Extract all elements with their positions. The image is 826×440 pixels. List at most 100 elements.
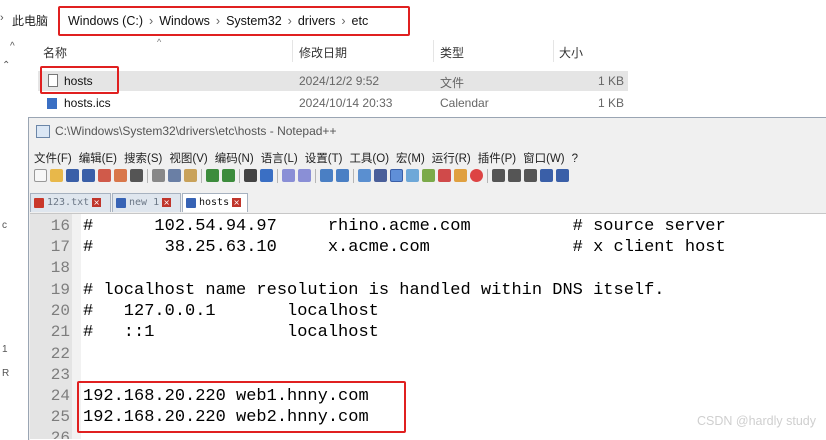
file-size: 1 KB <box>598 74 625 88</box>
indent-guide-icon[interactable] <box>390 169 403 183</box>
toolbar-separator <box>239 168 240 183</box>
close-icon[interactable]: × <box>92 197 102 207</box>
udl-icon[interactable] <box>406 169 419 183</box>
open-folder-icon[interactable] <box>50 169 63 183</box>
save-macro-icon[interactable] <box>556 169 569 183</box>
column-divider[interactable] <box>553 40 554 62</box>
copy-icon[interactable] <box>168 169 181 183</box>
line-text[interactable]: # 102.54.94.97 rhino.acme.com # source s… <box>83 216 726 237</box>
close-all-icon[interactable] <box>114 169 127 183</box>
sync-horizontal-icon[interactable] <box>336 169 349 183</box>
menu-bar: 文件(F) 编辑(E) 搜索(S) 视图(V) 编码(N) 语言(L) 设置(T) 工具(O)… <box>34 150 585 166</box>
column-divider[interactable] <box>292 40 293 62</box>
record-macro-icon[interactable] <box>492 169 505 183</box>
undo-icon[interactable] <box>206 169 219 183</box>
close-icon[interactable]: × <box>232 197 242 207</box>
save-all-icon[interactable] <box>82 169 95 183</box>
line-number: 22 <box>50 345 70 363</box>
breadcrumb-item[interactable]: Windows (C:) <box>68 14 143 28</box>
toolbar <box>34 168 572 186</box>
save-icon[interactable] <box>66 169 79 183</box>
code-line[interactable]: 20 # 127.0.0.1 localhost <box>30 301 826 322</box>
tab-123-txt[interactable]: 123.txt × <box>30 193 111 212</box>
nav-item-marker: c <box>2 220 7 231</box>
code-line[interactable]: 17 # 38.25.63.10 x.acme.com # x client ho… <box>30 237 826 258</box>
monitoring-icon[interactable] <box>470 169 483 183</box>
breadcrumb-item[interactable]: System32 <box>226 14 282 28</box>
breadcrumb-item[interactable]: drivers <box>298 14 336 28</box>
toolbar-separator <box>147 168 148 183</box>
code-line[interactable]: 22 <box>30 344 826 365</box>
menu-plugins[interactable]: 插件(P) <box>478 153 516 165</box>
play-macro-icon[interactable] <box>524 169 537 183</box>
chevron-up-icon[interactable]: ^ <box>10 41 15 52</box>
new-file-icon[interactable] <box>34 169 47 183</box>
word-wrap-icon[interactable] <box>358 169 371 183</box>
tab-hosts[interactable]: hosts × <box>182 193 248 212</box>
zoom-in-icon[interactable] <box>282 169 295 183</box>
menu-run[interactable]: 运行(R) <box>432 153 471 165</box>
code-line[interactable]: 18 <box>30 258 826 279</box>
tab-label: 123.txt <box>47 197 90 208</box>
watermark: CSDN @hardly study <box>697 414 816 428</box>
menu-window[interactable]: 窗口(W) <box>523 153 565 165</box>
column-header-date[interactable]: 修改日期 <box>299 44 347 61</box>
zoom-out-icon[interactable] <box>298 169 311 183</box>
disk-icon <box>116 198 126 208</box>
line-number: 17 <box>50 238 70 256</box>
folder-workspace-icon[interactable] <box>454 169 467 183</box>
column-header-size[interactable]: 大小 <box>559 44 583 61</box>
close-file-icon[interactable] <box>98 169 111 183</box>
line-number: 18 <box>50 259 70 277</box>
run-macro-multiple-icon[interactable] <box>540 169 553 183</box>
find-icon[interactable] <box>244 169 257 183</box>
redo-icon[interactable] <box>222 169 235 183</box>
show-all-chars-icon[interactable] <box>374 169 387 183</box>
replace-icon[interactable] <box>260 169 273 183</box>
line-number: 21 <box>50 323 70 341</box>
document-map-icon[interactable] <box>422 169 435 183</box>
chevron-right-icon[interactable]: › <box>0 12 4 24</box>
stop-macro-icon[interactable] <box>508 169 521 183</box>
menu-edit[interactable]: 编辑(E) <box>79 153 117 165</box>
toolbar-separator <box>315 168 316 183</box>
code-line[interactable]: 19 # localhost name resolution is handled… <box>30 280 826 301</box>
cut-icon[interactable] <box>152 169 165 183</box>
paste-icon[interactable] <box>184 169 197 183</box>
sync-vertical-icon[interactable] <box>320 169 333 183</box>
line-number: 23 <box>50 366 70 384</box>
breadcrumb[interactable]: Windows (C:) › Windows › System32 › drivers › et… <box>68 14 368 28</box>
file-name[interactable]: hosts.ics <box>64 96 111 110</box>
menu-file[interactable]: 文件(F) <box>34 153 72 165</box>
line-text[interactable]: # ::1 localhost <box>83 322 379 343</box>
menu-tools[interactable]: 工具(O) <box>349 153 389 165</box>
column-header-type[interactable]: 类型 <box>440 44 464 61</box>
menu-language[interactable]: 语言(L) <box>261 153 298 165</box>
print-icon[interactable] <box>130 169 143 183</box>
column-header-name[interactable]: 名称 <box>43 44 67 61</box>
menu-help[interactable]: ? <box>572 153 578 165</box>
breadcrumb-root[interactable]: 此电脑 <box>12 12 48 29</box>
line-text[interactable]: # 127.0.0.1 localhost <box>83 301 379 322</box>
line-number: 26 <box>50 429 70 439</box>
breadcrumb-item[interactable]: Windows <box>159 14 210 28</box>
code-line[interactable]: 16 # 102.54.94.97 rhino.acme.com # source… <box>30 216 826 237</box>
tab-new-1[interactable]: new 1 × <box>112 193 181 212</box>
code-line[interactable]: 21 # ::1 localhost <box>30 322 826 343</box>
menu-search[interactable]: 搜索(S) <box>124 153 162 165</box>
hosts-highlight-box <box>40 66 119 94</box>
close-icon[interactable]: × <box>162 197 172 207</box>
disk-icon <box>186 198 196 208</box>
menu-view[interactable]: 视图(V) <box>169 153 207 165</box>
line-text[interactable]: # 38.25.63.10 x.acme.com # x client host <box>83 237 726 258</box>
toolbar-separator <box>277 168 278 183</box>
line-text[interactable]: # localhost name resolution is handled w… <box>83 280 665 301</box>
breadcrumb-item[interactable]: etc <box>352 14 369 28</box>
menu-encoding[interactable]: 编码(N) <box>215 153 254 165</box>
tab-label: hosts <box>199 197 230 208</box>
column-divider[interactable] <box>433 40 434 62</box>
menu-macro[interactable]: 宏(M) <box>396 153 425 165</box>
chevron-right-icon: › <box>287 14 292 28</box>
function-list-icon[interactable] <box>438 169 451 183</box>
menu-settings[interactable]: 设置(T) <box>305 153 343 165</box>
